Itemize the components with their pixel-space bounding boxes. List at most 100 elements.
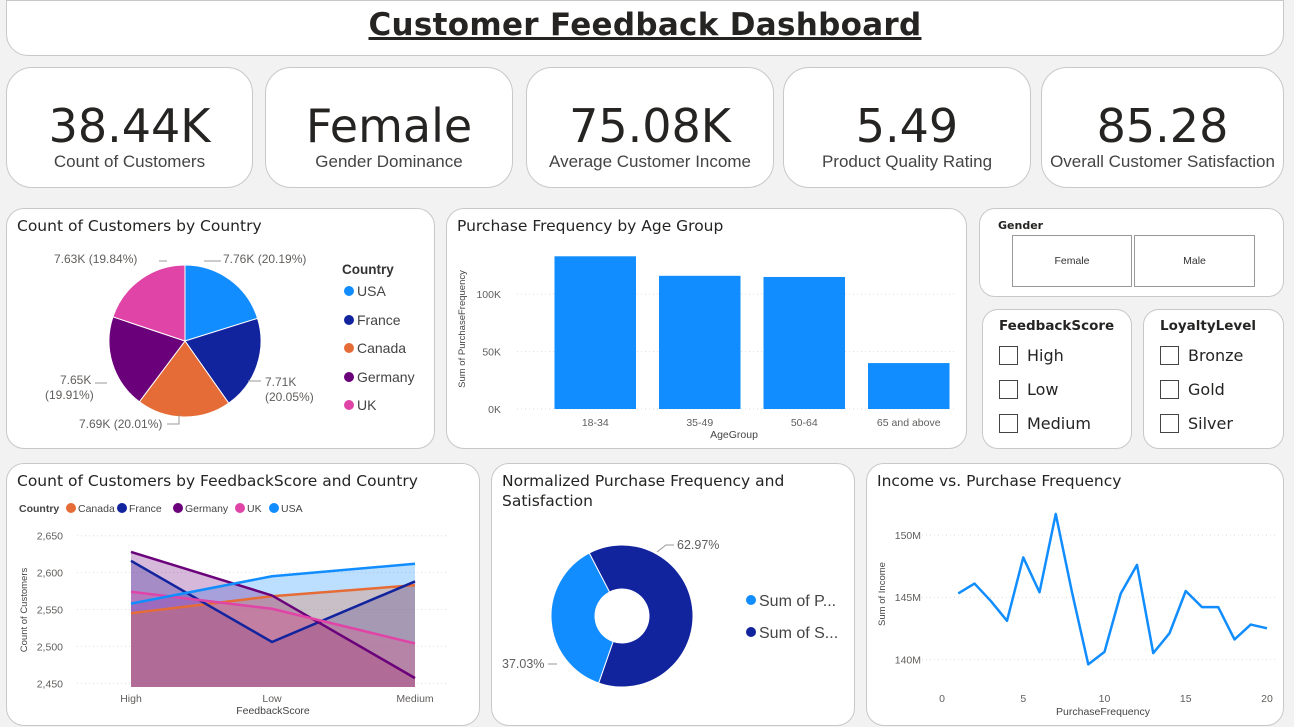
pie-label-france-line2: (20.05%): [265, 390, 314, 404]
kpi-label: Product Quality Rating: [821, 152, 993, 171]
checkbox[interactable]: [1160, 413, 1179, 433]
feedback-option-high[interactable]: High: [999, 344, 1064, 366]
loyalty-option-silver[interactable]: Silver: [1160, 412, 1233, 434]
kpi-overall-satisfaction: 85.28 Overall Customer Satisfaction: [1041, 67, 1284, 188]
x-tick-label: 50-64: [791, 417, 818, 429]
checkbox-label: Medium: [1027, 413, 1091, 433]
x-tick-label: 20: [1261, 693, 1273, 705]
legend-title: Country: [342, 262, 394, 277]
kpi-value: 85.28: [1096, 99, 1229, 153]
kpi-gender-dominance: Female Gender Dominance: [265, 67, 513, 188]
donut-label-purchase: 37.03%: [502, 657, 544, 671]
y-tick-label: 2,500: [37, 641, 63, 653]
pie-label-france-line1: 7.71K: [265, 375, 296, 389]
pie-label-usa: 7.76K (20.19%): [223, 252, 306, 266]
x-tick-label: 10: [1099, 693, 1111, 705]
feedback-country-area-card: Count of Customers by FeedbackScore and …: [6, 463, 480, 726]
normalized-donut-chart: 62.97% 37.03% Sum of P... Sum of S...: [502, 538, 838, 688]
x-tick-label: Medium: [396, 693, 434, 705]
x-axis-label: AgeGroup: [710, 429, 758, 441]
y-axis-label: Count of Customers: [19, 568, 30, 653]
kpi-value: 75.08K: [569, 99, 731, 153]
slicer-title: LoyaltyLevel: [1160, 318, 1257, 334]
income-frequency-line-chart: 140M 145M 150M 0 5 10 15 20 PurchaseFrequency Sum…: [877, 512, 1275, 718]
bar-18-34[interactable]: [554, 256, 637, 409]
checkbox[interactable]: [999, 379, 1018, 399]
checkbox[interactable]: [1160, 379, 1179, 399]
legend-marker: [173, 503, 183, 513]
legend-marker: [66, 503, 76, 513]
legend-item-purchase: Sum of P...: [759, 593, 836, 610]
legend-marker: [117, 503, 127, 513]
legend-item-satisfaction: Sum of S...: [759, 625, 838, 642]
y-axis-label: Sum of Income: [877, 562, 888, 626]
x-axis-label: FeedbackScore: [236, 705, 310, 717]
pie-label-uk: 7.63K (19.84%): [54, 252, 137, 266]
pie-label-germany-line1: 7.65K: [60, 373, 91, 387]
legend-marker-germany: [344, 372, 354, 382]
feedback-slicer: FeedbackScore High Low Medium: [982, 309, 1132, 449]
x-tick-label: Low: [262, 693, 282, 705]
y-tick-label: 2,450: [37, 678, 63, 690]
country-pie-card: Count of Customers by Country 7.63K (19.…: [6, 208, 435, 449]
legend-item-france: France: [129, 503, 162, 515]
legend-item-usa: USA: [281, 503, 303, 515]
gender-option-female[interactable]: Female: [1012, 235, 1132, 287]
loyalty-slicer: LoyaltyLevel Bronze Gold Silver: [1143, 309, 1284, 449]
checkbox[interactable]: [999, 413, 1018, 433]
kpi-count-customers: 38.44K Count of Customers: [6, 67, 253, 188]
donut-label-satisfaction: 62.97%: [677, 538, 719, 552]
pie-label-germany-line2: (19.91%): [45, 388, 94, 402]
x-axis-label: PurchaseFrequency: [1056, 706, 1151, 718]
legend-marker-canada: [344, 343, 354, 353]
bar-65-and-above[interactable]: [867, 363, 950, 409]
legend-item-usa: USA: [357, 283, 386, 299]
normalized-donut-card: Normalized Purchase Frequency and Satisfa…: [491, 463, 855, 726]
checkbox[interactable]: [999, 345, 1018, 365]
y-tick-label: 140M: [895, 654, 921, 666]
legend-title: Country: [19, 503, 59, 515]
legend-item-germany: Germany: [185, 503, 229, 515]
y-tick-label: 2,600: [37, 568, 63, 580]
slicer-title: Gender: [998, 219, 1044, 232]
page-title: Customer Feedback Dashboard: [368, 7, 922, 43]
bar-35-49[interactable]: [658, 275, 741, 409]
legend-marker: [269, 503, 279, 513]
income-frequency-line-card: Income vs. Purchase Frequency 140M 145M 15…: [866, 463, 1284, 726]
legend-marker-france: [344, 315, 354, 325]
gender-slicer: Gender Female Male: [979, 208, 1284, 297]
y-tick-label: 2,650: [37, 531, 63, 543]
x-tick-label: 65 and above: [877, 417, 941, 429]
kpi-label: Count of Customers: [53, 152, 206, 171]
feedback-option-low[interactable]: Low: [999, 378, 1059, 400]
kpi-product-quality: 5.49 Product Quality Rating: [783, 67, 1031, 188]
legend-item-canada: Canada: [78, 503, 115, 515]
gender-option-male[interactable]: Male: [1134, 235, 1255, 287]
y-tick-label: 2,550: [37, 605, 63, 617]
checkbox-label: Low: [1027, 379, 1059, 399]
legend-marker: [235, 503, 245, 513]
loyalty-option-bronze[interactable]: Bronze: [1160, 344, 1243, 366]
bar-50-64[interactable]: [763, 276, 846, 409]
legend-item-uk: UK: [247, 503, 262, 515]
feedback-option-medium[interactable]: Medium: [999, 412, 1091, 434]
legend-item-canada: Canada: [357, 340, 406, 356]
kpi-label: Overall Customer Satisfaction: [1050, 152, 1275, 171]
checkbox-label: Gold: [1188, 379, 1225, 399]
kpi-label: Average Customer Income: [549, 152, 751, 171]
legend-item-uk: UK: [357, 397, 377, 413]
y-tick-label: 150M: [895, 530, 921, 542]
checkbox[interactable]: [1160, 345, 1179, 365]
legend-item-france: France: [357, 312, 401, 328]
x-tick-label: 35-49: [686, 417, 713, 429]
x-tick-label: 15: [1180, 693, 1192, 705]
checkbox-label: Silver: [1188, 413, 1233, 433]
x-tick-label: High: [120, 693, 142, 705]
legend-marker-usa: [344, 286, 354, 296]
kpi-label: Gender Dominance: [315, 152, 463, 171]
kpi-value: 38.44K: [48, 99, 211, 153]
income-line[interactable]: [957, 512, 1268, 666]
age-group-bar-chart: 0K 50K 100K 18-34 35-49 50-64 65 and above AgeG…: [457, 256, 957, 441]
pie-label-canada: 7.69K (20.01%): [79, 417, 162, 431]
loyalty-option-gold[interactable]: Gold: [1160, 378, 1225, 400]
